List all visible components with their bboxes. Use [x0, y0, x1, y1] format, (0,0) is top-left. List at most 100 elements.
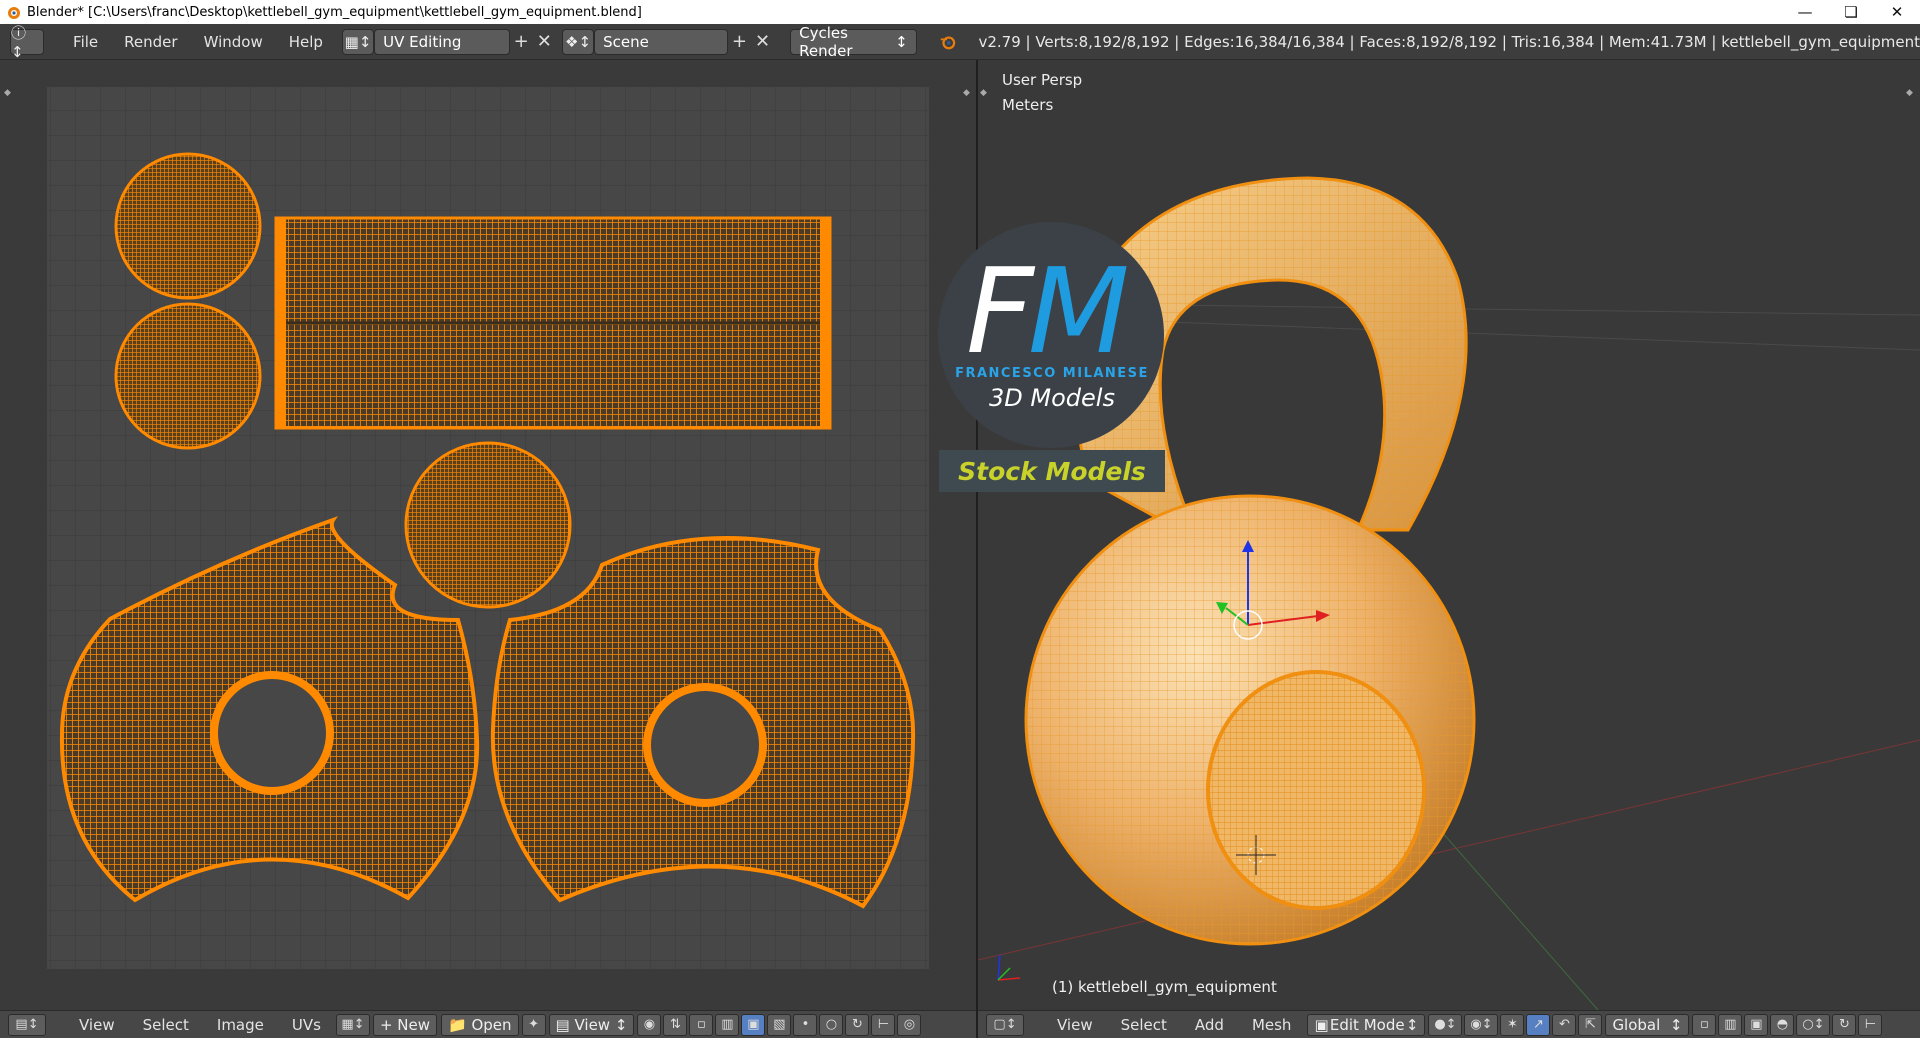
- remove-scene-icon[interactable]: ✕: [751, 29, 774, 55]
- rotate-manipulator-icon[interactable]: ↶: [1552, 1013, 1577, 1036]
- uv-strip-right-edge: [820, 218, 830, 428]
- logo-subtitle: 3D Models: [989, 384, 1115, 412]
- restore-icon[interactable]: ❏: [1828, 0, 1874, 24]
- menu-help[interactable]: Help: [276, 33, 336, 51]
- menu-window[interactable]: Window: [191, 33, 276, 51]
- info-icon: ⓘ ↕: [11, 24, 27, 61]
- minimize-icon[interactable]: —: [1782, 0, 1828, 24]
- new-image-button[interactable]: + New: [372, 1013, 437, 1036]
- scene-icon[interactable]: ❖↕: [561, 28, 595, 55]
- mode-select[interactable]: ▣ Edit Mode ↕: [1307, 1013, 1426, 1036]
- folder-icon: 📁: [448, 1015, 472, 1034]
- viewport-menu-add[interactable]: Add: [1181, 1016, 1238, 1034]
- dropdown-arrows-icon: ↕: [1669, 1015, 1683, 1034]
- edge-select-mode-icon[interactable]: ▥: [1718, 1013, 1743, 1036]
- vertex-select-icon[interactable]: ▫: [689, 1013, 714, 1036]
- image-browse-icon[interactable]: ▦↕: [335, 1013, 370, 1036]
- blender-logo-icon: [8, 7, 20, 19]
- kettlebell-bottom-face-wire: [1208, 672, 1424, 908]
- uv-editor-header: ▤↕ View Select Image UVs ▦↕ + New 📁 Open…: [0, 1010, 976, 1038]
- window-title-bar: Blender* [C:\Users\franc\Desktop\kettleb…: [0, 0, 1920, 24]
- 3d-viewport[interactable]: ◆ ◆ User Persp Meters (1) kettlebell_gym…: [978, 60, 1920, 1010]
- view-mode-select[interactable]: ▤ View ↕: [548, 1013, 635, 1036]
- uv-island-body-left-hole: [210, 671, 334, 795]
- translate-manipulator-icon[interactable]: ↗: [1526, 1013, 1551, 1036]
- add-screen-icon[interactable]: +: [510, 29, 533, 55]
- open-image-button[interactable]: 📁 Open: [441, 1013, 519, 1036]
- scale-manipulator-icon[interactable]: ⇱: [1578, 1013, 1603, 1036]
- plus-icon: +: [379, 1015, 398, 1034]
- close-icon[interactable]: ✕: [1874, 0, 1920, 24]
- orientation-label: Global: [1612, 1015, 1661, 1034]
- grid-line: [1167, 304, 1920, 316]
- logo-author-name: FRANCESCO MILANESE: [955, 366, 1149, 381]
- grid-line: [1167, 321, 1920, 351]
- mini-axis-z: [997, 954, 1001, 981]
- snap-target-icon[interactable]: ⊢: [1858, 1013, 1883, 1036]
- screen-layout-icon[interactable]: ▦↕: [341, 28, 375, 55]
- limit-selection-icon[interactable]: ◓: [1770, 1013, 1795, 1036]
- uv-canvas[interactable]: [0, 60, 976, 1010]
- proportional-edit-icon[interactable]: ○: [819, 1013, 844, 1036]
- render-engine-select[interactable]: Cycles Render ↕: [790, 24, 917, 60]
- view-mode-icon: ▤: [555, 1015, 575, 1034]
- logo-monogram: FM: [966, 252, 1130, 370]
- logo-letter-m: M: [1027, 242, 1130, 380]
- editor-type-image-icon[interactable]: ▤↕: [8, 1013, 46, 1036]
- scene-statistics: v2.79 | Verts:8,192/8,192 | Edges:16,384…: [978, 32, 1920, 51]
- pin-icon[interactable]: ✦: [521, 1013, 546, 1036]
- dropdown-arrows-icon: ↕: [895, 32, 908, 51]
- sticky-selection-icon[interactable]: •: [793, 1013, 818, 1036]
- active-object-label: (1) kettlebell_gym_equipment: [1052, 978, 1277, 996]
- viewport-menu-mesh[interactable]: Mesh: [1238, 1016, 1306, 1034]
- blender-logo-icon: [940, 35, 955, 49]
- uv-island-cap-3[interactable]: [404, 441, 572, 609]
- vertex-select-mode-icon[interactable]: ▫: [1692, 1013, 1717, 1036]
- pivot-point-icon[interactable]: ◉↕: [1464, 1013, 1499, 1036]
- menu-file[interactable]: File: [60, 33, 111, 51]
- mini-axis-x: [997, 977, 1021, 981]
- edge-select-icon[interactable]: ▥: [715, 1013, 740, 1036]
- uv-image-editor[interactable]: ◆ ◆: [0, 60, 976, 1010]
- dropdown-arrows-icon: ↕: [1405, 1015, 1419, 1034]
- editor-type-info-button[interactable]: ⓘ ↕: [10, 24, 45, 61]
- uv-menu-uvs[interactable]: UVs: [278, 1016, 335, 1034]
- island-select-icon[interactable]: ▧: [767, 1013, 792, 1036]
- scene-field[interactable]: Scene: [594, 28, 728, 55]
- face-select-icon[interactable]: ▣: [741, 1013, 766, 1036]
- transform-orientation-select[interactable]: Global ↕: [1605, 1013, 1690, 1036]
- uv-strip-left-edge: [276, 218, 286, 428]
- add-scene-icon[interactable]: +: [728, 29, 751, 55]
- view-name: User Persp: [1002, 71, 1083, 89]
- remove-screen-icon[interactable]: ✕: [533, 29, 556, 55]
- uv-menu-view[interactable]: View: [65, 1016, 129, 1034]
- snap-toggle-icon[interactable]: ↻: [1832, 1013, 1857, 1036]
- editor-type-3d-icon[interactable]: ▢↕: [986, 1013, 1024, 1036]
- snap-element-icon[interactable]: ⊢: [871, 1013, 896, 1036]
- mini-axis-y: [997, 967, 1011, 981]
- view-mode-label: View: [574, 1015, 611, 1034]
- window-title: Blender* [C:\Users\franc\Desktop\kettleb…: [27, 4, 642, 20]
- manipulator-toggle-icon[interactable]: ✶: [1500, 1013, 1525, 1036]
- uv-island-cap-2[interactable]: [114, 302, 262, 450]
- viewport-header: ▢↕ View Select Add Mesh ▣ Edit Mode ↕ ●↕ ◉…: [978, 1010, 1920, 1038]
- screen-layout-field[interactable]: UV Editing: [374, 28, 510, 55]
- watermark-logo: FM FRANCESCO MILANESE 3D Models Stock Mo…: [936, 220, 1168, 498]
- viewport-menu-select[interactable]: Select: [1107, 1016, 1181, 1034]
- face-select-mode-icon[interactable]: ▣: [1744, 1013, 1769, 1036]
- viewport-menu-view[interactable]: View: [1043, 1016, 1107, 1034]
- active-object-icon[interactable]: ◎: [897, 1013, 922, 1036]
- menu-render[interactable]: Render: [111, 33, 190, 51]
- proportional-editing-icon[interactable]: ○↕: [1796, 1013, 1831, 1036]
- sync-selection-icon[interactable]: ⇅: [663, 1013, 688, 1036]
- uv-island-cap-1[interactable]: [114, 152, 262, 300]
- view-units: Meters: [1002, 96, 1054, 114]
- viewport-canvas[interactable]: [978, 60, 1920, 1010]
- viewport-overlay-text: User Persp Meters: [1002, 68, 1082, 118]
- pivot-icon[interactable]: ◉: [637, 1013, 662, 1036]
- viewport-shading-icon[interactable]: ●↕: [1428, 1013, 1463, 1036]
- uv-menu-select[interactable]: Select: [129, 1016, 203, 1034]
- uv-menu-image[interactable]: Image: [203, 1016, 278, 1034]
- logo-letter-f: F: [966, 242, 1034, 380]
- snap-icon[interactable]: ↻: [845, 1013, 870, 1036]
